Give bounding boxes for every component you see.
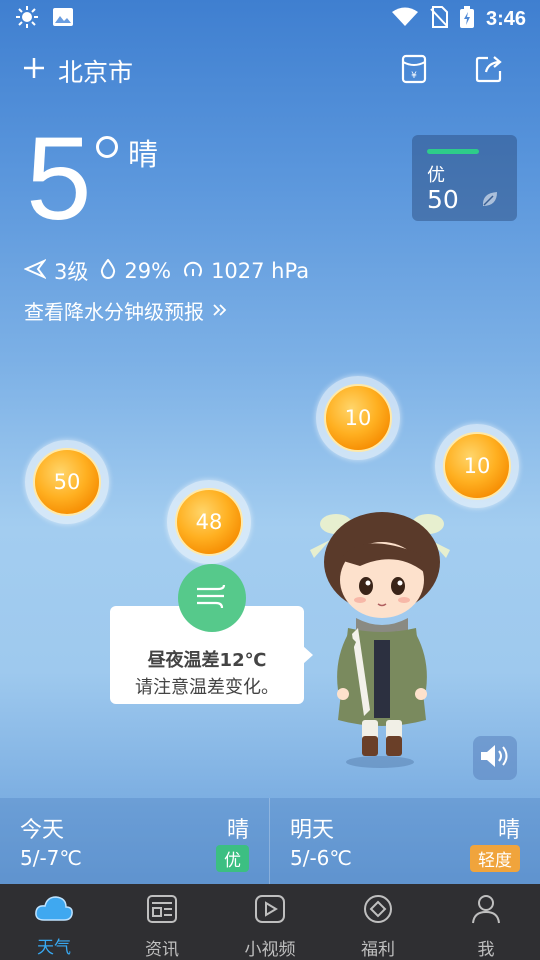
share-icon[interactable] <box>474 54 504 88</box>
forecast-link-label: 查看降水分钟级预报 <box>24 300 204 324</box>
nav-label: 我 <box>477 940 495 960</box>
aqi-level-bar <box>427 149 479 154</box>
wind-stat: 3级 <box>23 256 89 286</box>
coin-value: 10 <box>443 432 511 500</box>
coin-value: 50 <box>33 448 101 516</box>
diamond-icon <box>362 894 394 929</box>
add-city-icon[interactable] <box>22 56 46 84</box>
coin-value: 48 <box>175 488 243 556</box>
weather-stats: 3级 29% 1027 hPa <box>23 256 321 286</box>
city-name[interactable]: 北京市 <box>58 53 133 89</box>
status-bar: 3:46 <box>0 0 540 36</box>
news-icon <box>146 894 178 929</box>
wind-direction-icon <box>23 258 48 284</box>
day-aqi-badge: 优 <box>216 845 249 872</box>
play-icon <box>254 894 286 929</box>
reward-coin[interactable]: 50 <box>25 440 109 524</box>
no-sim-icon <box>430 6 448 32</box>
wallet-icon[interactable]: ¥ <box>400 54 428 88</box>
reward-coin[interactable]: 48 <box>167 480 251 564</box>
pressure-value: 1027 hPa <box>211 259 310 283</box>
coin-value: 10 <box>324 384 392 452</box>
nav-label: 小视频 <box>244 940 296 960</box>
gauge-icon <box>183 259 203 284</box>
leaf-icon <box>480 189 500 213</box>
nav-item-rewards[interactable]: 福利 <box>324 884 432 960</box>
wifi-icon <box>391 7 418 31</box>
battery-icon <box>459 6 474 32</box>
nav-label: 福利 <box>361 940 395 960</box>
day-name: 明天 <box>290 818 335 843</box>
wind-icon <box>194 581 230 615</box>
bottom-nav: 天气 资讯 小视频 福利 我 <box>0 884 540 960</box>
nav-item-short-video[interactable]: 小视频 <box>216 884 324 960</box>
current-condition: 晴 <box>128 138 158 173</box>
svg-text:¥: ¥ <box>411 71 417 81</box>
avatar-character[interactable] <box>300 510 460 770</box>
today-forecast[interactable]: 今天 晴 5/-7℃ 优 <box>0 798 270 884</box>
day-aqi-badge: 轻度 <box>470 845 520 872</box>
nav-item-me[interactable]: 我 <box>432 884 540 960</box>
speaker-icon <box>479 742 511 774</box>
degree-symbol <box>96 136 118 158</box>
droplet-icon <box>100 257 116 284</box>
clock: 3:46 <box>485 7 526 30</box>
reward-coin[interactable]: 10 <box>316 376 400 460</box>
wind-badge <box>178 564 246 632</box>
day-temperature: 5/-7℃ <box>20 846 82 870</box>
wind-value: 3级 <box>54 260 89 284</box>
cloud-icon <box>34 894 74 927</box>
day-condition: 晴 <box>497 818 520 843</box>
nav-label: 资讯 <box>145 940 179 960</box>
aqi-card[interactable]: 优 50 <box>412 135 517 221</box>
nav-item-news[interactable]: 资讯 <box>108 884 216 960</box>
day-name: 今天 <box>20 818 65 843</box>
aqi-value: 50 <box>427 185 459 214</box>
tomorrow-forecast[interactable]: 明天 晴 5/-6℃ 轻度 <box>270 798 540 884</box>
image-icon <box>52 7 74 31</box>
day-temperature: 5/-6℃ <box>290 846 352 870</box>
reward-coin[interactable]: 10 <box>435 424 519 508</box>
brightness-icon <box>16 6 38 32</box>
double-chevron-right-icon <box>212 299 228 323</box>
aqi-label: 优 <box>427 165 445 186</box>
sound-button[interactable] <box>473 736 517 780</box>
pressure-stat: 1027 hPa <box>183 259 309 284</box>
current-temperature: 5 <box>26 113 92 245</box>
day-condition: 晴 <box>226 818 249 843</box>
nav-item-weather[interactable]: 天气 <box>0 884 108 960</box>
minute-precipitation-link[interactable]: 查看降水分钟级预报 <box>24 296 228 325</box>
top-bar: 北京市 ¥ <box>0 48 540 92</box>
humidity-value: 29% <box>124 259 172 283</box>
tip-subtitle: 请注意温差变化。 <box>135 677 279 698</box>
tip-title: 昼夜温差12℃ <box>147 650 267 671</box>
humidity-stat: 29% <box>100 257 172 284</box>
person-icon <box>470 894 502 929</box>
nav-label: 天气 <box>37 938 71 958</box>
